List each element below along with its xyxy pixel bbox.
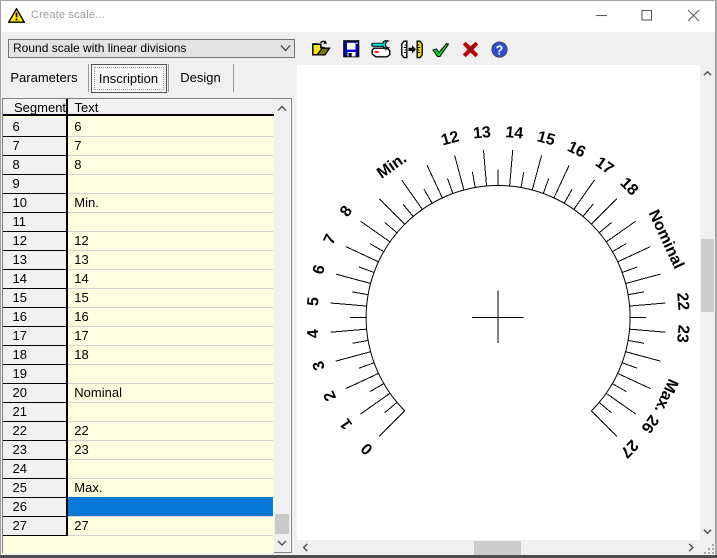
svg-text:16: 16 [564, 138, 587, 161]
svg-text:Max.: Max. [650, 376, 680, 415]
svg-text:7: 7 [320, 232, 339, 247]
svg-text:14: 14 [504, 124, 523, 142]
svg-text:6: 6 [310, 263, 329, 276]
svg-text:17: 17 [592, 154, 616, 178]
svg-text:5: 5 [304, 296, 322, 306]
svg-text:4: 4 [304, 328, 322, 338]
svg-text:8: 8 [337, 203, 356, 220]
svg-text:22: 22 [673, 292, 691, 311]
svg-text:26: 26 [637, 412, 661, 436]
svg-text:?: ? [496, 43, 504, 57]
svg-text:15: 15 [535, 128, 557, 149]
svg-text:13: 13 [472, 124, 491, 142]
svg-text:Min.: Min. [374, 150, 410, 182]
svg-text:1: 1 [337, 415, 356, 432]
svg-text:18: 18 [616, 174, 641, 199]
svg-text:0: 0 [358, 439, 376, 457]
svg-text:27: 27 [616, 436, 641, 461]
svg-text:12: 12 [439, 128, 461, 149]
svg-text:2: 2 [320, 388, 339, 403]
svg-text:23: 23 [673, 324, 691, 343]
svg-text:Nominal: Nominal [644, 207, 686, 271]
svg-text:3: 3 [310, 359, 329, 372]
